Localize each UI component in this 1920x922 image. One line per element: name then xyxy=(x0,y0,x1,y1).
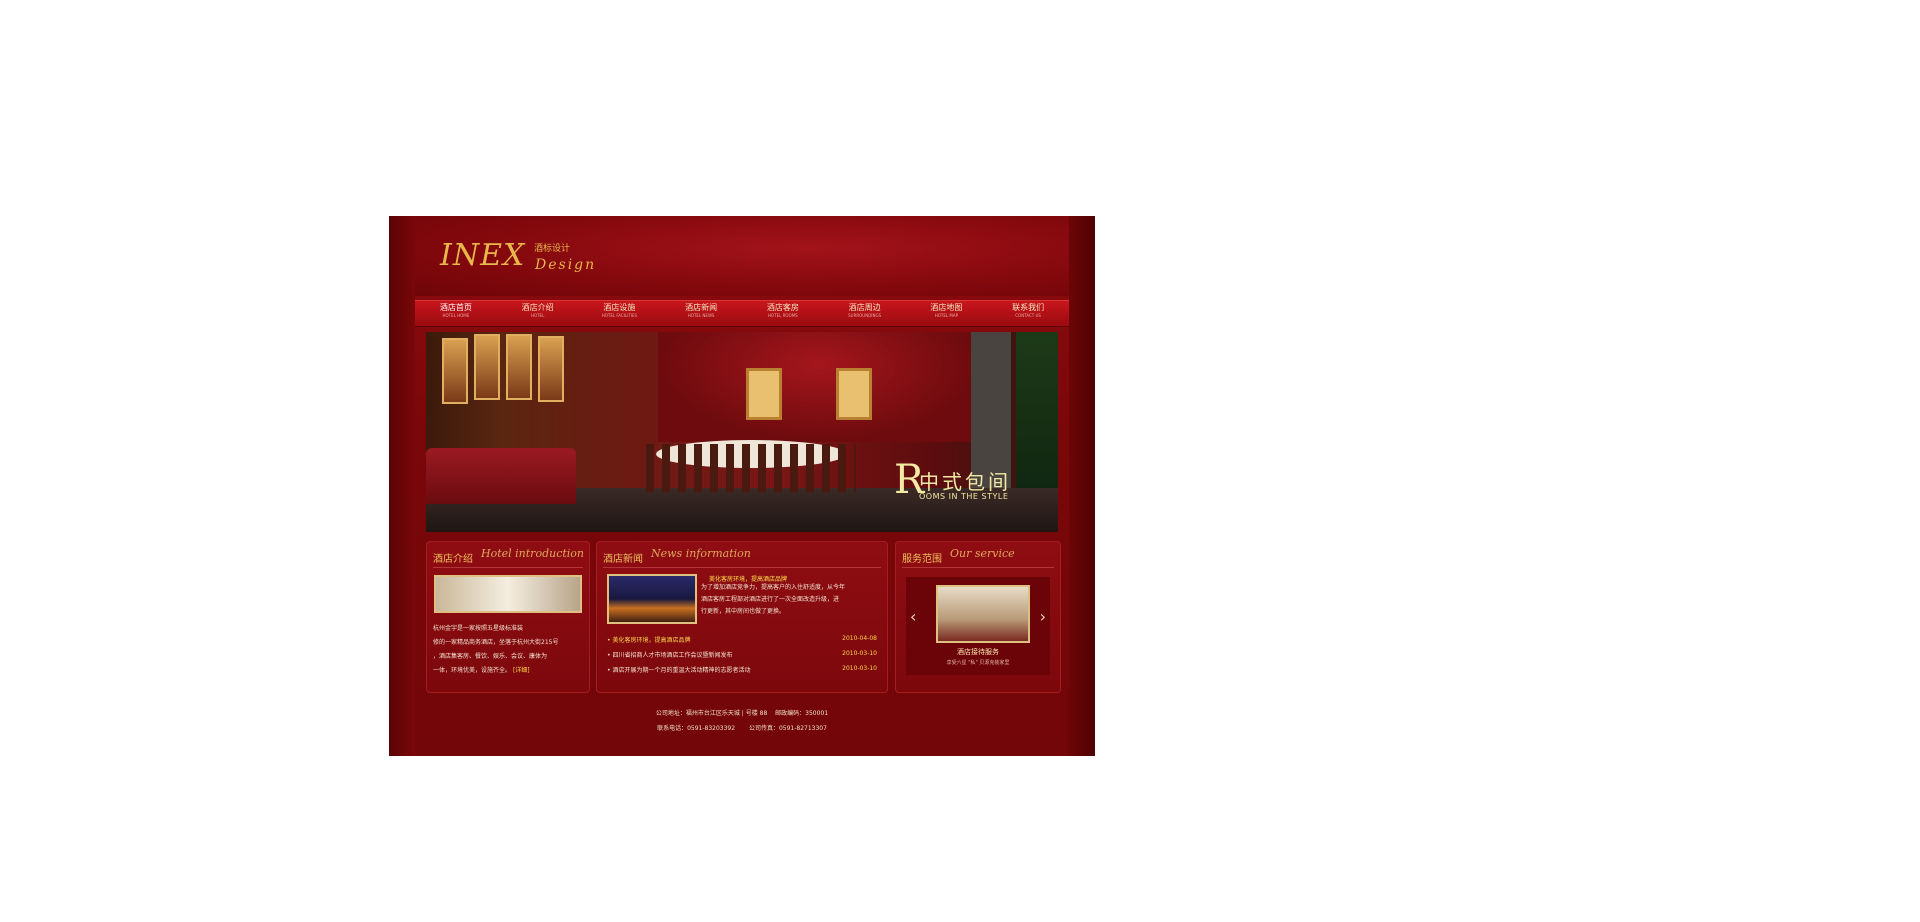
hero-banner: R 中式包间 OOMS IN THE STYLE xyxy=(426,332,1058,532)
nav-sublabel: HOTEL FACILITIES xyxy=(601,313,638,318)
nav-label: 酒店设施 xyxy=(603,303,636,312)
nav-item-surroundings[interactable]: 酒店周边 SURROUNDINGS xyxy=(824,301,906,326)
nav-label: 酒店首页 xyxy=(439,303,472,312)
banner-caption-en: OOMS IN THE STYLE xyxy=(919,492,1009,501)
nav-item-intro[interactable]: 酒店介绍 HOTEL xyxy=(497,301,579,326)
intro-thumbnail[interactable] xyxy=(434,575,582,613)
nav-sublabel: HOTEL xyxy=(530,313,545,318)
nav-sublabel: HOTEL MAP xyxy=(934,313,958,318)
news-item[interactable]: • 四川省招商人才市场酒店工作会议暨新闻发布 2010-03-10 xyxy=(607,650,877,664)
nav-item-contact[interactable]: 联系我们 CONTACT US xyxy=(987,301,1069,326)
footer: 公司地址：福州市台江区乐天城 | 号楼 88 邮政编码：350001 联系电话：… xyxy=(415,706,1069,736)
nav-item-facilities[interactable]: 酒店设施 HOTEL FACILITIES xyxy=(579,301,661,326)
box-title: 酒店新闻 xyxy=(603,554,643,565)
banner-painting xyxy=(442,338,468,404)
nav-item-home[interactable]: 酒店首页 HOTEL HOME xyxy=(415,301,497,326)
service-name: 酒店接待服务 xyxy=(957,648,999,656)
footer-contact: 联系电话：0591-83203392 公司传真：0591-82713307 xyxy=(657,725,827,732)
right-edge xyxy=(1069,216,1095,756)
banner-chairs xyxy=(646,444,856,492)
header: INEX 酒标设计 Design xyxy=(415,216,1069,296)
banner-sofa xyxy=(426,448,576,504)
banner-frame xyxy=(836,368,872,420)
nav-label: 酒店介绍 xyxy=(521,303,554,312)
box-title: 服务范围 xyxy=(902,554,942,565)
banner-plant xyxy=(1016,332,1058,512)
service-box: 服务范围 Our service ‹ › 酒店接待服务 享受六星 "私" 贝源克… xyxy=(895,541,1061,693)
nav-label: 酒店新闻 xyxy=(685,303,718,312)
nav-sublabel: CONTACT US xyxy=(1015,313,1041,318)
logo[interactable]: INEX xyxy=(440,238,525,273)
box-title: 酒店介绍 xyxy=(433,554,473,565)
box-title-en: Our service xyxy=(950,547,1015,560)
nav-label: 酒店客房 xyxy=(766,303,799,312)
service-description: 享受六星 "私" 贝源克装家里 xyxy=(946,660,1010,666)
service-thumbnail[interactable] xyxy=(936,585,1030,643)
website-screenshot: INEX 酒标设计 Design 酒店首页 HOTEL HOME 酒店介绍 HOTE… xyxy=(389,216,1095,756)
box-title-en: News information xyxy=(651,547,751,560)
news-box: 酒店新闻 News information 美化客房环境，提高酒店品牌 为了增加… xyxy=(596,541,888,693)
nav-sublabel: HOTEL NEWS xyxy=(687,313,715,318)
main-nav: 酒店首页 HOTEL HOME 酒店介绍 HOTEL 酒店设施 HOTEL FACIL… xyxy=(415,300,1069,327)
banner-frame xyxy=(746,368,782,420)
nav-sublabel: HOTEL ROOMS xyxy=(768,313,798,318)
footer-address: 公司地址：福州市台江区乐天城 | 号楼 88 邮政编码：350001 xyxy=(655,710,829,717)
nav-item-map[interactable]: 酒店地图 HOTEL MAP xyxy=(906,301,988,326)
news-item[interactable]: • 酒店开展为期一个月的重温大活动精神的志愿者活动 2010-03-10 xyxy=(607,665,877,679)
more-link[interactable]: [详细] xyxy=(513,667,530,674)
nav-label: 联系我们 xyxy=(1012,303,1045,312)
news-thumbnail[interactable] xyxy=(607,574,697,624)
news-date: 2010-04-08 xyxy=(842,635,877,642)
banner-caption: 中式包间 xyxy=(919,470,1011,494)
news-date: 2010-03-10 xyxy=(842,665,877,672)
divider xyxy=(603,567,881,568)
chevron-left-icon[interactable]: ‹ xyxy=(910,607,916,626)
nav-item-rooms[interactable]: 酒店客房 HOTEL ROOMS xyxy=(742,301,824,326)
news-date: 2010-03-10 xyxy=(842,650,877,657)
service-carousel: ‹ › 酒店接待服务 享受六星 "私" 贝源克装家里 xyxy=(906,577,1050,675)
banner-painting xyxy=(506,334,532,400)
divider xyxy=(902,567,1054,568)
banner-wall xyxy=(658,332,978,442)
nav-item-news[interactable]: 酒店新闻 HOTEL NEWS xyxy=(660,301,742,326)
logo-design-word: Design xyxy=(535,257,597,273)
banner-painting xyxy=(474,334,500,400)
chevron-right-icon[interactable]: › xyxy=(1040,607,1046,626)
divider xyxy=(433,567,583,568)
news-item[interactable]: • 美化客房环境，提高酒店品牌 2010-04-08 xyxy=(607,635,877,649)
nav-sublabel: SURROUNDINGS xyxy=(848,313,882,318)
nav-sublabel: HOTEL HOME xyxy=(442,313,470,318)
banner-painting xyxy=(538,336,564,402)
nav-label: 酒店周边 xyxy=(848,303,881,312)
left-edge xyxy=(389,216,415,756)
page-body: INEX 酒标设计 Design 酒店首页 HOTEL HOME 酒店介绍 HOTE… xyxy=(415,216,1069,756)
nav-label: 酒店地图 xyxy=(930,303,963,312)
logo-subtitle: 酒标设计 xyxy=(534,244,571,254)
intro-text: 杭州金宇是一家按照五星级标准装 修的一家精品商务酒店，坐落于杭州大街215号 ，… xyxy=(433,625,559,674)
intro-box: 酒店介绍 Hotel introduction 杭州金宇是一家按照五星级标准装 … xyxy=(426,541,590,693)
box-title-en: Hotel introduction xyxy=(481,547,584,560)
news-summary: 为了增加酒店竞争力，提高客户的入住舒适度，从今年 酒店客房工程部对酒店进行了一次… xyxy=(701,584,846,615)
